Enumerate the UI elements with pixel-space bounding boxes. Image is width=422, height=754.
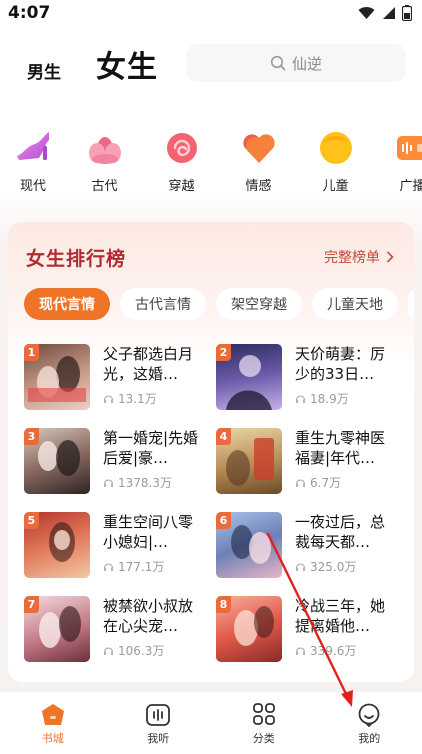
book-item[interactable]: 6 一夜过后，总裁每天都… 325.0万 [216, 512, 402, 578]
tab-more[interactable] [408, 288, 414, 320]
rank-badge: 1 [24, 344, 39, 361]
nav-profile[interactable]: 我的 [317, 692, 422, 754]
book-listen-count: 339.6万 [295, 642, 393, 659]
book-listen-count: 177.1万 [103, 558, 201, 575]
book-list: 1 父子都选白月光，这婚… 13.1万 2 天价萌妻：厉少的33日… 18.9万 [24, 344, 404, 662]
book-item[interactable]: 1 父子都选白月光，这婚… 13.1万 [24, 344, 216, 410]
swirl-cloud-icon [162, 128, 202, 168]
high-heel-icon [13, 128, 53, 168]
search-icon [270, 55, 286, 71]
book-title: 重生九零神医福妻|年代… [295, 429, 386, 467]
category-children[interactable]: 儿童 [297, 128, 374, 198]
rank-badge: 8 [216, 596, 231, 613]
book-item[interactable]: 7 被禁欲小叔放在心尖宠… 106.3万 [24, 596, 216, 662]
category-row: 现代 古代 穿越 情感 儿童 广播 [0, 128, 422, 198]
tab-fantasy-travel[interactable]: 架空穿越 [216, 288, 302, 320]
book-title: 被禁欲小叔放在心尖宠… [103, 597, 194, 635]
ranking-title: 女生排行榜 [26, 248, 127, 270]
rank-badge: 7 [24, 596, 39, 613]
search-placeholder: 仙逆 [291, 54, 322, 73]
tab-modern-romance[interactable]: 现代言情 [24, 288, 110, 320]
book-listen-count: 106.3万 [103, 642, 201, 659]
book-title: 冷战三年，她提离婚他… [295, 597, 386, 635]
tab-male[interactable]: 男生 [27, 58, 61, 83]
book-cover: 4 [216, 428, 282, 494]
nav-listen[interactable]: 我听 [106, 692, 212, 754]
book-cover: 2 [216, 344, 282, 410]
book-cover: 6 [216, 512, 282, 578]
rank-badge: 5 [24, 512, 39, 529]
book-cover: 7 [24, 596, 90, 662]
book-listen-count: 18.9万 [295, 390, 393, 407]
book-item[interactable]: 4 重生九零神医福妻|年代… 6.7万 [216, 428, 402, 494]
book-cover: 1 [24, 344, 90, 410]
book-title: 重生空间八零小媳妇|… [103, 513, 194, 551]
book-item[interactable]: 3 第一婚宠|先婚后爱|豪… 1378.3万 [24, 428, 216, 494]
ranking-card: 女生排行榜 完整榜单 现代言情 古代言情 架空穿越 儿童天地 1 父子都选白月光… [8, 222, 414, 682]
book-title: 天价萌妻：厉少的33日… [295, 345, 386, 383]
rank-badge: 3 [24, 428, 39, 445]
rank-badge: 2 [216, 344, 231, 361]
book-title: 第一婚宠|先婚后爱|豪… [103, 429, 199, 467]
rank-badge: 4 [216, 428, 231, 445]
category-emotion[interactable]: 情感 [220, 128, 297, 198]
book-item[interactable]: 8 冷战三年，她提离婚他… 339.6万 [216, 596, 402, 662]
search-input[interactable]: 仙逆 [186, 44, 406, 82]
category-radio[interactable]: 广播 [374, 128, 422, 198]
tab-ancient-romance[interactable]: 古代言情 [120, 288, 206, 320]
headphones-icon [103, 647, 114, 655]
book-listen-count: 325.0万 [295, 558, 393, 575]
book-listen-count: 1378.3万 [103, 474, 201, 491]
headphones-icon [295, 563, 306, 571]
tab-children[interactable]: 儿童天地 [312, 288, 398, 320]
book-title: 一夜过后，总裁每天都… [295, 513, 386, 551]
tab-female[interactable]: 女生 [96, 42, 158, 86]
headphones-icon [295, 479, 306, 487]
book-cover: 5 [24, 512, 90, 578]
headphones-icon [103, 395, 114, 403]
book-title: 父子都选白月光，这婚… [103, 345, 194, 383]
bookstore-icon [41, 704, 64, 725]
category-ancient[interactable]: 古代 [66, 128, 143, 198]
status-time: 4:07 [8, 3, 51, 23]
ranking-tabs: 现代言情 古代言情 架空穿越 儿童天地 [24, 288, 414, 320]
headphones-icon [295, 647, 306, 655]
headphones-icon [103, 563, 114, 571]
signal-icon [383, 7, 395, 19]
battery-icon [402, 5, 412, 21]
rank-badge: 6 [216, 512, 231, 529]
child-icon [316, 128, 356, 168]
book-item[interactable]: 2 天价萌妻：厉少的33日… 18.9万 [216, 344, 402, 410]
book-listen-count: 13.1万 [103, 390, 201, 407]
book-listen-count: 6.7万 [295, 474, 393, 491]
nav-bookstore[interactable]: 书城 [0, 692, 106, 754]
full-ranking-link[interactable]: 完整榜单 [324, 247, 394, 267]
listen-icon [146, 704, 171, 726]
status-bar: 4:07 [0, 0, 422, 26]
headphones-icon [103, 479, 114, 487]
category-time-travel[interactable]: 穿越 [143, 128, 220, 198]
nav-category[interactable]: 分类 [211, 692, 317, 754]
wifi-icon [358, 6, 375, 20]
header: 男生 女生 仙逆 [0, 40, 422, 90]
lotus-icon [85, 128, 125, 168]
bottom-nav: 书城 我听 分类 我的 [0, 692, 422, 754]
book-cover: 3 [24, 428, 90, 494]
heart-icon [239, 128, 279, 168]
status-icons [358, 5, 412, 21]
book-cover: 8 [216, 596, 282, 662]
category-modern[interactable]: 现代 [0, 128, 66, 198]
profile-icon [358, 703, 380, 727]
book-item[interactable]: 5 重生空间八零小媳妇|… 177.1万 [24, 512, 216, 578]
headphones-icon [295, 395, 306, 403]
category-grid-icon [252, 703, 275, 725]
radio-icon [393, 128, 422, 168]
chevron-right-icon [386, 251, 394, 263]
